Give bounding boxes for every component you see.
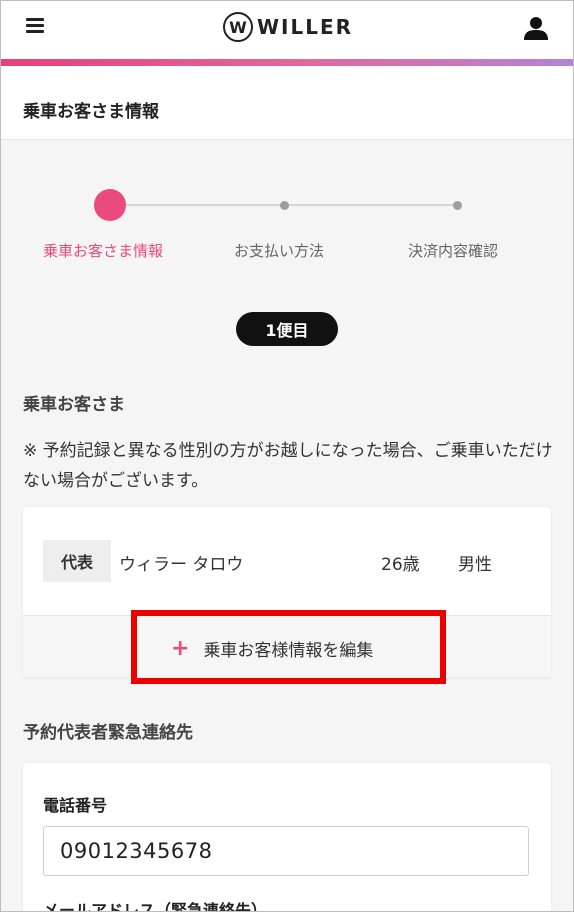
menu-icon[interactable]: [26, 18, 44, 33]
passenger-gender: 男性: [458, 555, 492, 575]
step-label-passenger-info: 乗車お客さま情報: [43, 242, 164, 260]
step-dot: [280, 201, 289, 210]
passenger-name: ウィラー タロウ: [119, 555, 244, 575]
phone-label: 電話番号: [43, 796, 108, 815]
flight-badge: 1便目: [236, 312, 338, 346]
highlight-box: [131, 610, 446, 684]
logo-text: WILLER: [257, 15, 354, 39]
header-accent-bar: [1, 59, 573, 66]
stepper-line: [287, 204, 457, 206]
logo-mark: W: [223, 12, 253, 42]
title-bar: 乗車お客さま情報: [1, 66, 573, 140]
emergency-contact-heading: 予約代表者緊急連絡先: [23, 723, 193, 743]
passengers-heading: 乗車お客さま: [23, 395, 125, 415]
app-frame: W WILLER 乗車お客さま情報 乗車お客さま情報 お支払い方法 決済内容確認…: [0, 0, 574, 912]
page-title: 乗車お客さま情報: [23, 102, 159, 122]
stepper-line: [126, 204, 284, 206]
user-icon[interactable]: [523, 15, 549, 41]
gender-notice: ※ 予約記録と異なる性別の方がお越しになった場合、ご乗車いただけない場合がござい…: [23, 441, 553, 491]
step-dot: [453, 201, 462, 210]
email-label: メールアドレス（緊急連絡先）: [43, 901, 268, 912]
step-dot-current: [94, 189, 126, 221]
app-header: W WILLER: [1, 1, 573, 61]
step-label-confirm: 決済内容確認: [408, 242, 499, 260]
representative-badge: 代表: [43, 540, 111, 582]
emergency-contact-card: 電話番号 メールアドレス（緊急連絡先）: [23, 763, 551, 912]
willer-logo[interactable]: W WILLER: [223, 11, 353, 43]
phone-input[interactable]: [43, 826, 529, 876]
step-label-payment-method: お支払い方法: [234, 242, 325, 260]
passenger-age: 26歳: [381, 555, 420, 575]
